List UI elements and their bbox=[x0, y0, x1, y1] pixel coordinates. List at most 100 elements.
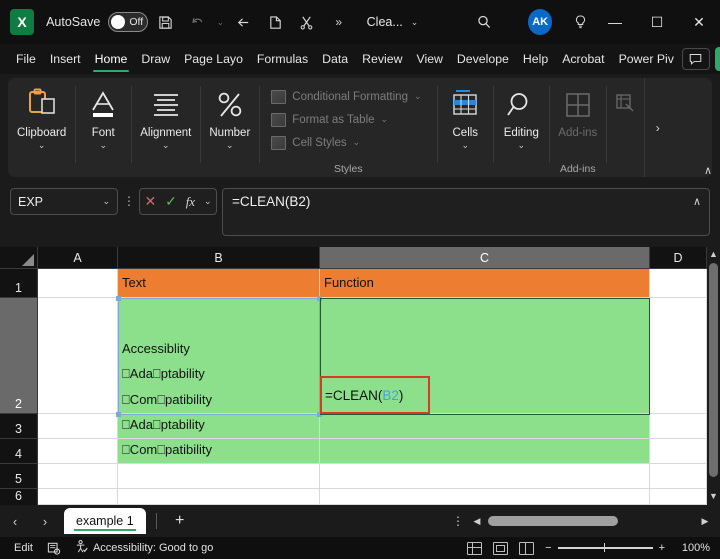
cell-c3[interactable] bbox=[320, 414, 650, 439]
tab-review[interactable]: Review bbox=[356, 49, 408, 69]
zoom-track[interactable] bbox=[557, 543, 653, 553]
more-commands-icon[interactable]: » bbox=[325, 7, 353, 37]
conditional-formatting-chevron-down-icon[interactable]: ⌄ bbox=[414, 91, 422, 102]
zoom-in-button[interactable]: + bbox=[659, 542, 665, 554]
page-break-view-icon[interactable] bbox=[519, 541, 535, 555]
hscroll-right-arrow-icon[interactable]: ▶ bbox=[698, 516, 712, 527]
in-cell-editor[interactable]: =CLEAN(B2) bbox=[320, 376, 430, 414]
column-header-c[interactable]: C bbox=[320, 247, 650, 269]
name-box[interactable]: EXP ⌄ bbox=[10, 188, 118, 215]
cell-c1[interactable]: Function bbox=[320, 269, 650, 298]
cell-c5[interactable] bbox=[320, 464, 650, 489]
normal-view-icon[interactable] bbox=[467, 541, 483, 555]
number-chevron-down-icon[interactable]: ⌄ bbox=[226, 140, 234, 151]
tab-insert[interactable]: Insert bbox=[44, 49, 87, 69]
name-box-chevron-down-icon[interactable]: ⌄ bbox=[102, 196, 110, 207]
cell-a2[interactable] bbox=[38, 298, 118, 414]
paste-icon[interactable] bbox=[261, 7, 289, 37]
close-button[interactable]: ✕ bbox=[678, 0, 720, 44]
ribbon-group-alignment[interactable]: Alignment ⌄ bbox=[131, 78, 200, 177]
cancel-formula-icon[interactable]: ✕ bbox=[144, 193, 156, 210]
undo-icon[interactable] bbox=[183, 7, 211, 37]
format-as-table-chevron-down-icon[interactable]: ⌄ bbox=[381, 114, 389, 125]
tab-draw[interactable]: Draw bbox=[135, 49, 176, 69]
cell-b4[interactable]: ⎕Com⎕patibility bbox=[118, 439, 320, 464]
redo-back-arrow-icon[interactable] bbox=[229, 7, 257, 37]
add-sheet-button[interactable]: + bbox=[167, 512, 193, 530]
cell-c6[interactable] bbox=[320, 489, 650, 505]
cell-b3[interactable]: ⎕Ada⎕ptability bbox=[118, 414, 320, 439]
row-header-2[interactable]: 2 bbox=[0, 298, 38, 414]
autosave-toggle[interactable]: Off bbox=[108, 12, 148, 32]
ribbon-group-font[interactable]: Font ⌄ bbox=[75, 78, 131, 177]
ribbon-group-editing[interactable]: Editing ⌄ bbox=[493, 78, 549, 177]
row-header-4[interactable]: 4 bbox=[0, 439, 38, 464]
comments-icon[interactable] bbox=[681, 48, 710, 70]
horizontal-scrollbar[interactable]: ◀ ▶ bbox=[470, 513, 712, 529]
cell-d1[interactable] bbox=[650, 269, 707, 298]
row-header-6[interactable]: 6 bbox=[0, 489, 38, 505]
zoom-slider[interactable]: − + bbox=[545, 542, 665, 554]
formula-chevron-down-icon[interactable]: ⌄ bbox=[204, 196, 212, 207]
cell-d6[interactable] bbox=[650, 489, 707, 505]
tab-acrobat[interactable]: Acrobat bbox=[556, 49, 610, 69]
format-as-table-item[interactable]: Format as Table ⌄ bbox=[271, 108, 388, 131]
share-button[interactable]: ⌄ bbox=[714, 47, 720, 71]
vertical-scrollbar[interactable]: ▲ ▼ bbox=[707, 247, 720, 505]
cells-chevron-down-icon[interactable]: ⌄ bbox=[462, 140, 470, 151]
cell-b2[interactable]: Accessiblity ⎕Ada⎕ptability ⎕Com⎕patibil… bbox=[118, 298, 320, 414]
tab-home[interactable]: Home bbox=[89, 49, 134, 72]
sheet-bar-kebab-icon[interactable]: ⋮ bbox=[452, 514, 464, 528]
scroll-down-arrow-icon[interactable]: ▼ bbox=[707, 489, 720, 503]
cell-c4[interactable] bbox=[320, 439, 650, 464]
ribbon-group-cells[interactable]: Cells ⌄ bbox=[437, 78, 493, 177]
save-icon[interactable] bbox=[152, 7, 180, 37]
clipboard-chevron-down-icon[interactable]: ⌄ bbox=[38, 140, 46, 151]
tab-data[interactable]: Data bbox=[316, 49, 354, 69]
hscroll-left-arrow-icon[interactable]: ◀ bbox=[470, 516, 484, 527]
insert-function-icon[interactable]: fx bbox=[186, 194, 195, 210]
tab-view[interactable]: View bbox=[410, 49, 448, 69]
undo-chevron-down-icon[interactable]: ⌄ bbox=[215, 7, 225, 37]
tab-file[interactable]: File bbox=[10, 49, 42, 69]
avatar[interactable]: AK bbox=[528, 9, 553, 35]
tab-formulas[interactable]: Formulas bbox=[251, 49, 314, 69]
maximize-button[interactable]: ☐ bbox=[636, 0, 678, 44]
page-layout-view-icon[interactable] bbox=[493, 541, 509, 555]
horizontal-scroll-thumb[interactable] bbox=[488, 516, 618, 526]
alignment-chevron-down-icon[interactable]: ⌄ bbox=[162, 140, 170, 151]
cell-a5[interactable] bbox=[38, 464, 118, 489]
scroll-up-arrow-icon[interactable]: ▲ bbox=[707, 247, 720, 261]
cell-a6[interactable] bbox=[38, 489, 118, 505]
editing-chevron-down-icon[interactable]: ⌄ bbox=[518, 140, 526, 151]
cell-b6[interactable] bbox=[118, 489, 320, 505]
formula-input[interactable]: =CLEAN(B2) ∧ bbox=[222, 188, 710, 236]
tab-power-pivot[interactable]: Power Piv bbox=[613, 49, 680, 69]
cell-d4[interactable] bbox=[650, 439, 707, 464]
cell-d3[interactable] bbox=[650, 414, 707, 439]
ribbon-overflow-button[interactable]: › bbox=[644, 78, 670, 177]
hscroll-track[interactable] bbox=[484, 516, 698, 526]
select-all-corner[interactable] bbox=[0, 247, 38, 269]
cell-styles-chevron-down-icon[interactable]: ⌄ bbox=[353, 137, 361, 148]
ribbon-group-number[interactable]: Number ⌄ bbox=[200, 78, 259, 177]
collapse-ribbon-icon[interactable]: ∧ bbox=[704, 164, 712, 177]
zoom-out-button[interactable]: − bbox=[545, 542, 551, 554]
zoom-percentage[interactable]: 100% bbox=[676, 542, 710, 554]
search-icon[interactable] bbox=[470, 7, 498, 37]
cell-a3[interactable] bbox=[38, 414, 118, 439]
column-header-a[interactable]: A bbox=[38, 247, 118, 269]
accessibility-status[interactable]: Accessibility: Good to go bbox=[75, 539, 213, 557]
font-chevron-down-icon[interactable]: ⌄ bbox=[99, 140, 107, 151]
cut-icon[interactable] bbox=[293, 7, 321, 37]
lightbulb-icon[interactable] bbox=[566, 7, 594, 37]
row-header-5[interactable]: 5 bbox=[0, 464, 38, 489]
expand-formula-bar-icon[interactable]: ∧ bbox=[693, 195, 701, 208]
enter-formula-icon[interactable]: ✓ bbox=[165, 193, 177, 210]
cell-d2[interactable] bbox=[650, 298, 707, 414]
formula-bar-kebab-icon[interactable]: ⋮ bbox=[122, 188, 136, 215]
minimize-button[interactable]: — bbox=[594, 0, 636, 44]
conditional-formatting-item[interactable]: Conditional Formatting ⌄ bbox=[271, 85, 422, 108]
tab-page-layout[interactable]: Page Layo bbox=[178, 49, 249, 69]
cell-a1[interactable] bbox=[38, 269, 118, 298]
